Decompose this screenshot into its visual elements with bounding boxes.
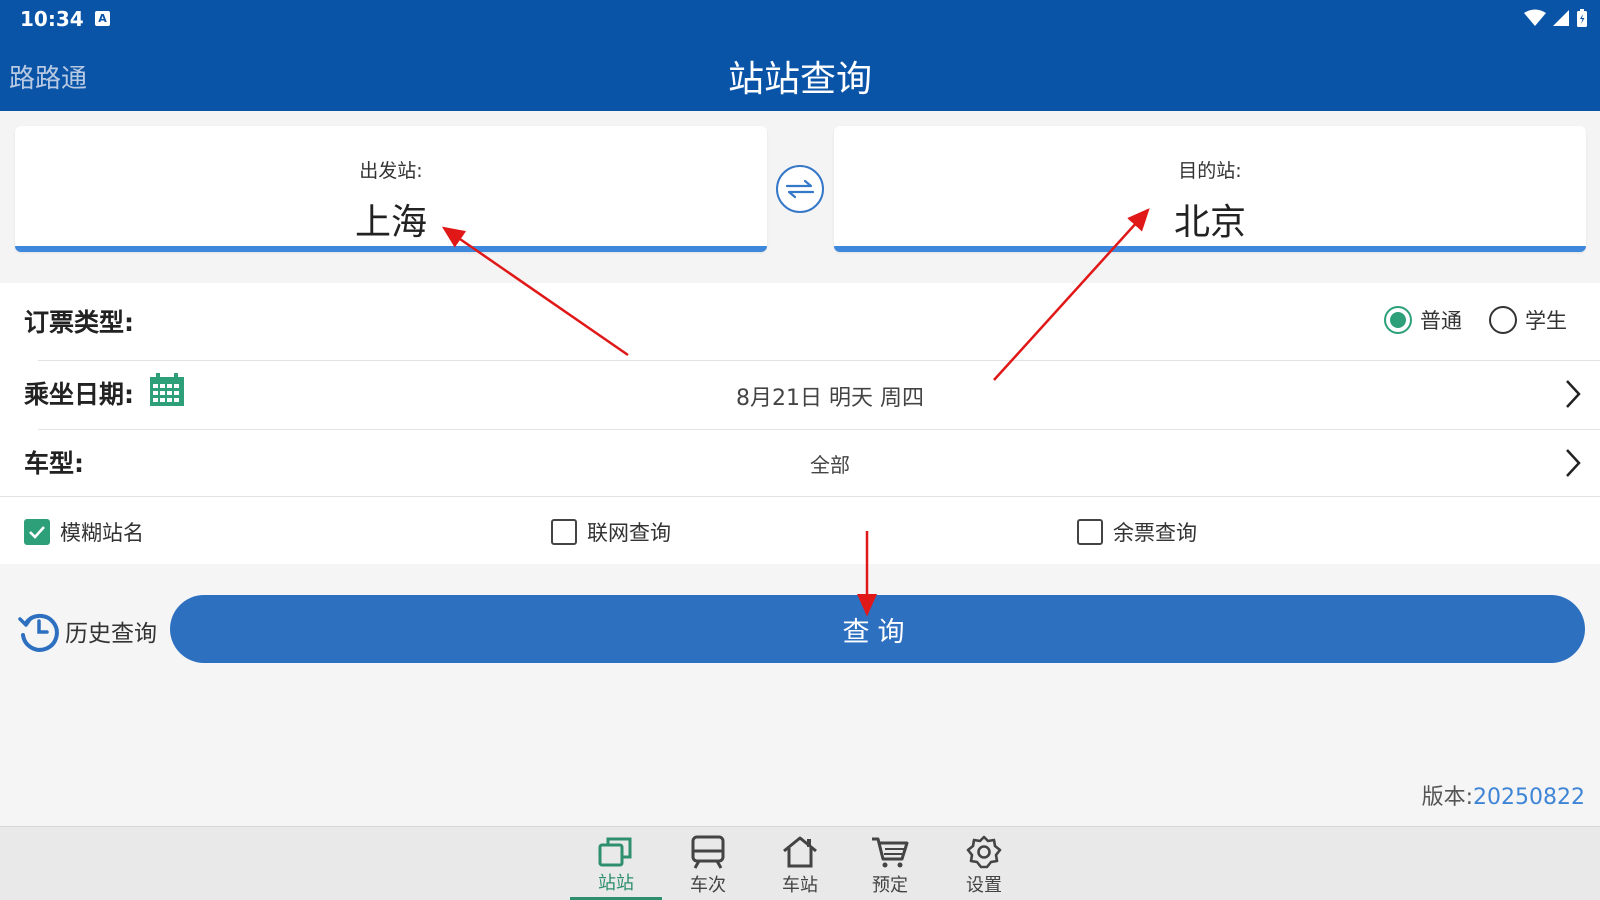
train-icon <box>691 835 725 869</box>
remaining-tickets-label: 余票查询 <box>1113 521 1197 545</box>
signal-icon <box>1553 10 1569 26</box>
remaining-tickets-checkbox[interactable]: 余票查询 <box>1077 517 1197 547</box>
destination-station-value: 北京 <box>1173 202 1246 243</box>
departure-station-field[interactable]: 出发站: 上海 <box>15 126 767 252</box>
station-to-station-icon <box>598 837 632 867</box>
radio-ordinary-label: 普通 <box>1420 309 1462 333</box>
radio-ordinary[interactable]: 普通 <box>1384 305 1462 335</box>
destination-station-field[interactable]: 目的站: 北京 <box>834 126 1586 252</box>
query-button[interactable]: 查询 <box>170 595 1585 663</box>
history-icon <box>18 613 59 652</box>
page-title: 站站查询 <box>727 59 872 100</box>
bottom-tab-bar: 站站 车次 车站 预定 设置 <box>0 826 1600 900</box>
app-header: 10:34 A 路路通 站站查询 <box>0 0 1600 111</box>
history-label: 历史查询 <box>65 621 157 647</box>
chevron-right-icon <box>1566 449 1581 477</box>
train-type-row[interactable]: 车型: 全部 <box>0 430 1600 496</box>
fuzzy-station-checkbox[interactable]: 模糊站名 <box>24 517 144 547</box>
train-type-value: 全部 <box>810 453 850 477</box>
version-number: 20250822 <box>1473 785 1585 810</box>
station-selector: 出发站: 上海 目的站: 北京 <box>0 111 1600 283</box>
checkbox-box[interactable] <box>24 519 50 545</box>
departure-label: 出发站: <box>359 160 423 182</box>
online-query-label: 联网查询 <box>587 521 671 545</box>
status-icons <box>1524 8 1588 28</box>
tab-station[interactable]: 车站 <box>754 827 846 900</box>
checkbox-box[interactable] <box>1077 519 1103 545</box>
checkmark-icon <box>29 526 45 539</box>
version-info: 版本:20250822 <box>1422 779 1585 811</box>
online-query-checkbox[interactable]: 联网查询 <box>551 517 671 547</box>
wifi-icon <box>1524 9 1546 26</box>
checkbox-box[interactable] <box>551 519 577 545</box>
departure-station-value: 上海 <box>354 202 427 243</box>
ticket-type-row: 订票类型: 普通 学生 <box>0 283 1600 360</box>
tab-label: 设置 <box>966 875 1002 896</box>
tab-label: 车次 <box>690 875 726 896</box>
date-row[interactable]: 乘坐日期: 8月21日 明天 周四 <box>0 361 1600 429</box>
ticket-type-label: 订票类型: <box>24 308 134 337</box>
tab-settings[interactable]: 设置 <box>938 827 1030 900</box>
status-time: 10:34 <box>20 7 84 31</box>
radio-ordinary-dot[interactable] <box>1384 306 1412 334</box>
tab-reservation[interactable]: 预定 <box>844 827 936 900</box>
date-value: 8月21日 明天 周四 <box>736 386 924 411</box>
home-icon <box>783 836 817 868</box>
options-row: 模糊站名 联网查询 余票查询 <box>0 497 1600 564</box>
chevron-right-icon <box>1566 380 1581 408</box>
swap-icon <box>785 179 815 199</box>
history-query-button[interactable]: 历史查询 <box>17 609 157 653</box>
tab-label: 车站 <box>782 875 818 896</box>
fuzzy-station-label: 模糊站名 <box>60 521 144 545</box>
tab-station-to-station[interactable]: 站站 <box>570 827 662 900</box>
swap-stations-button[interactable] <box>776 165 824 213</box>
query-form: 订票类型: 普通 学生 乘坐日期: 8月21日 明天 周四 车型: 全部 模糊站… <box>0 283 1600 564</box>
keyboard-notification-icon: A <box>95 11 110 26</box>
tab-train-number[interactable]: 车次 <box>662 827 754 900</box>
gear-icon <box>966 835 1002 869</box>
tab-label: 站站 <box>598 873 634 894</box>
cart-icon <box>872 837 909 868</box>
radio-student-dot[interactable] <box>1489 306 1517 334</box>
battery-icon <box>1577 9 1587 27</box>
version-label: 版本: <box>1421 785 1474 810</box>
radio-student-label: 学生 <box>1525 309 1567 333</box>
radio-student[interactable]: 学生 <box>1489 305 1567 335</box>
destination-label: 目的站: <box>1178 160 1242 182</box>
tab-label: 预定 <box>872 875 908 896</box>
